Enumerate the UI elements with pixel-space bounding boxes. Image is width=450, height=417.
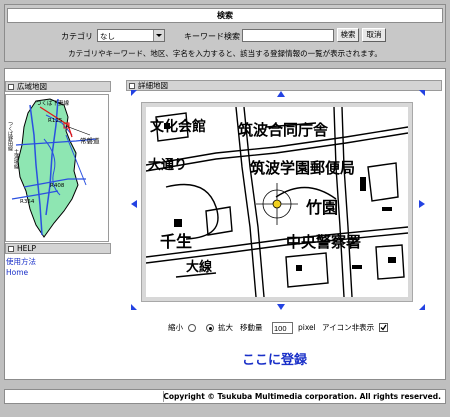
detail-label-5: 中央警察署 (286, 233, 361, 251)
search-header: 検索 カテゴリ なし キーワード検索 検索 取消 カテゴリやキーワード、地区、字… (4, 4, 446, 62)
help-toggle-box[interactable] (8, 246, 14, 252)
overview-toggle-box[interactable] (8, 84, 14, 90)
detail-label-3: 筑波学園郵便局 (249, 159, 355, 177)
zoom-in-label: 拡大 (218, 323, 233, 332)
detail-label-6: 千生 (160, 232, 192, 251)
detail-label-7: 大通り (148, 157, 187, 173)
category-label: カテゴリ (61, 32, 93, 41)
keyword-input[interactable] (242, 29, 334, 42)
detail-label-1: 文化会館 (150, 118, 206, 135)
pan-down-arrow-icon[interactable] (277, 304, 285, 310)
help-title-bar: HELP (5, 243, 111, 254)
pan-up-right-arrow-icon[interactable] (419, 90, 425, 96)
pan-down-right-arrow-icon[interactable] (419, 304, 425, 310)
hide-icons-label: アイコン非表示 (322, 323, 375, 332)
cancel-button[interactable]: 取消 (362, 28, 386, 42)
checkmark-icon (380, 324, 387, 331)
map-label-road-3: 常磐道 (80, 136, 100, 145)
map-label-road-6: R408 (50, 183, 65, 189)
zoom-in-radio[interactable] (206, 324, 214, 332)
zoom-out-radio[interactable] (188, 324, 196, 332)
keyword-label: キーワード検索 (184, 32, 240, 41)
detail-label-4: 竹園 (305, 198, 338, 217)
help-title: HELP (17, 244, 37, 253)
search-title-bar: 検索 (7, 8, 443, 23)
map-controls: 縮小 拡大 移動量 pixel アイコン非表示 (168, 322, 402, 334)
overview-map-graphic[interactable]: つくば下妻線 R125 常磐道 つくば野田線 土浦境線 R408 R354 (6, 95, 108, 241)
detail-label-8: 大線 (186, 259, 213, 275)
detail-map-title-bar: 詳細地図 (126, 80, 442, 91)
pan-down-left-arrow-icon[interactable] (131, 304, 137, 310)
chevron-down-icon[interactable] (153, 30, 164, 41)
pan-right-arrow-icon[interactable] (419, 200, 425, 208)
category-select-value: なし (100, 32, 115, 41)
pan-up-left-arrow-icon[interactable] (131, 90, 137, 96)
footer-bar: Copyright © Tsukuba Multimedia corporati… (4, 389, 446, 404)
detail-map[interactable]: 文化会館 筑波合同庁舎 筑波学園郵便局 竹園 中央警察署 千生 大通り 大線 (141, 102, 413, 302)
category-select[interactable]: なし (97, 29, 165, 42)
pan-up-arrow-icon[interactable] (277, 91, 285, 97)
zoom-in-radio-dot (209, 327, 212, 330)
overview-map-title: 広域地図 (17, 82, 47, 91)
search-button[interactable]: 検索 (337, 28, 359, 42)
instruction-text: カテゴリやキーワード、地区、字名を入力すると、該当する登録情報の一覧が表示されま… (68, 49, 382, 58)
overview-map-title-bar: 広域地図 (5, 81, 111, 92)
home-link[interactable]: Home (6, 268, 28, 277)
zoom-out-label: 縮小 (168, 323, 183, 332)
hide-icons-checkbox[interactable] (379, 323, 388, 332)
detail-map-title: 詳細地図 (138, 81, 168, 90)
detail-label-2: 筑波合同庁舎 (237, 121, 329, 139)
detail-toggle-box[interactable] (129, 83, 135, 89)
register-link[interactable]: ここに登録 (242, 349, 307, 368)
pan-left-arrow-icon[interactable] (131, 200, 137, 208)
move-unit-label: pixel (298, 323, 316, 332)
map-label-road-5: 土浦境線 (13, 148, 19, 169)
usage-link[interactable]: 使用方法 (6, 256, 36, 267)
main-panel: 広域地図 つくば下妻線 R125 常磐道 つくば野田線 土浦境線 R408 R3… (4, 68, 446, 380)
overview-map[interactable]: つくば下妻線 R125 常磐道 つくば野田線 土浦境線 R408 R354 (5, 94, 109, 242)
map-label-road-1: つくば下妻線 (36, 99, 70, 107)
map-label-road-2: R125 (48, 118, 63, 124)
detail-map-graphic[interactable]: 文化会館 筑波合同庁舎 筑波学園郵便局 竹園 中央警察署 千生 大通り 大線 (145, 106, 409, 298)
move-amount-label: 移動量 (240, 323, 263, 332)
copyright-text: Copyright © Tsukuba Multimedia corporati… (163, 392, 441, 401)
move-amount-input[interactable] (272, 322, 293, 334)
map-label-road-4: つくば野田線 (7, 121, 13, 151)
search-title: 検索 (217, 11, 233, 20)
map-label-road-7: R354 (20, 199, 35, 205)
